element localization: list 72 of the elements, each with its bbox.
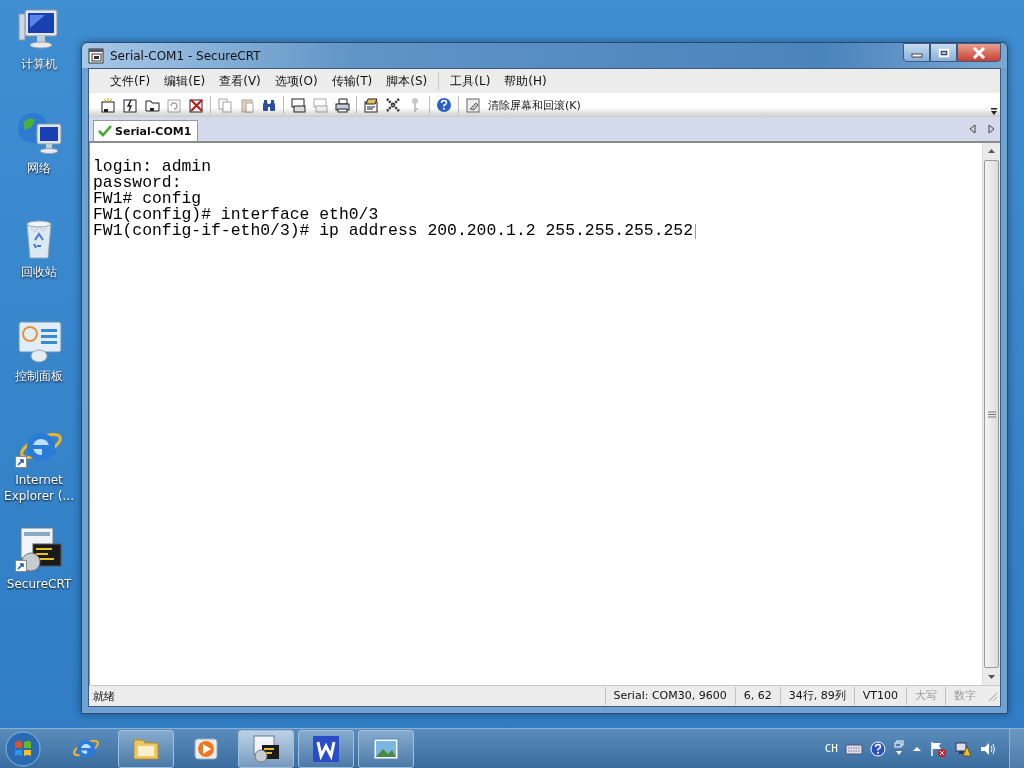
clipboard-icon <box>239 97 255 113</box>
help-icon[interactable] <box>870 740 886 757</box>
control-panel-icon[interactable] <box>15 318 63 364</box>
maximize-icon <box>937 47 950 58</box>
taskbar-button[interactable] <box>298 729 354 768</box>
toolbar-overflow-icon[interactable] <box>990 107 998 117</box>
tools-icon <box>385 97 401 113</box>
flag-icon[interactable] <box>929 739 947 758</box>
menu-item[interactable]: 传输(T) <box>324 72 380 90</box>
checkmark-icon <box>98 125 112 137</box>
status-field: VT100 <box>853 687 906 705</box>
close-button[interactable] <box>957 43 1001 62</box>
desktop-icon-label[interactable]: 回收站 <box>1 264 77 280</box>
w-letter-icon <box>311 733 341 764</box>
shortcut-arrow-icon <box>15 456 27 468</box>
keyboard-icon[interactable] <box>845 741 863 756</box>
screen-printer-icon <box>290 97 306 113</box>
clear-screen-button[interactable]: 清除屏幕和回滚(K) <box>462 94 584 116</box>
cross-page-icon <box>188 97 204 113</box>
app-icon <box>88 47 104 64</box>
desktop-icon-label[interactable]: SecureCRT <box>1 576 77 592</box>
terminal-line: FW1# config <box>93 191 202 207</box>
menu-item[interactable]: 脚本(S) <box>379 72 435 90</box>
refresh-page-icon <box>166 97 182 113</box>
resize-grip-icon[interactable] <box>986 690 998 702</box>
menu-item[interactable]: 编辑(E) <box>157 72 213 90</box>
session-tab[interactable]: Serial-COM1 <box>93 120 199 141</box>
menu-item[interactable]: 文件(F) <box>103 72 158 90</box>
status-message: 就绪 <box>92 688 116 704</box>
screen-printer-icon <box>312 97 328 113</box>
printer-icon <box>334 97 350 113</box>
status-field: 6, 62 <box>734 687 780 705</box>
menu-item[interactable]: 帮助(H) <box>497 72 554 90</box>
folder-page-icon <box>144 97 160 113</box>
terminal-line: FW1(config)# interface eth0/3 <box>93 207 379 223</box>
menu-item[interactable]: 工具(L) <box>443 72 498 90</box>
eraser-page-icon <box>465 97 481 113</box>
minimize-button[interactable] <box>903 43 930 62</box>
lightning-page-icon <box>122 97 138 113</box>
shortcut-arrow-icon <box>15 560 27 572</box>
text-cursor <box>695 223 696 239</box>
copy-icon <box>217 97 233 113</box>
status-field: Serial: COM30, 9600 <box>604 687 735 705</box>
start-button[interactable] <box>4 729 42 768</box>
taskbar-button[interactable] <box>238 729 294 768</box>
window-title: Serial-COM1 - SecureCRT <box>110 48 262 63</box>
grip-icon <box>987 410 996 418</box>
page-folder-icon <box>363 97 379 113</box>
scrollbar-thumb[interactable] <box>984 160 999 668</box>
close-icon <box>972 46 986 59</box>
scroll-left-icon[interactable] <box>969 124 977 134</box>
terminal-line: password: <box>93 175 182 191</box>
desktop-icon-label[interactable]: 控制面板 <box>1 368 77 384</box>
desktop-icon-label[interactable]: 网络 <box>1 160 77 176</box>
binoculars-icon <box>261 97 277 113</box>
session-icon <box>100 97 116 113</box>
globe-monitor-icon[interactable] <box>15 110 63 156</box>
maximize-button[interactable] <box>930 43 957 62</box>
status-field: 数字 <box>945 687 984 705</box>
desktop-icon-label[interactable]: Internet Explorer (... <box>1 472 77 504</box>
network-warning-icon[interactable] <box>954 739 972 758</box>
scroll-right-icon[interactable] <box>987 124 995 134</box>
menu-item[interactable]: 选项(O) <box>267 72 325 90</box>
status-field: 34行, 89列 <box>779 687 854 705</box>
status-field: 大写 <box>906 687 945 705</box>
terminal-line: login: admin <box>93 159 212 175</box>
help-icon <box>436 97 452 113</box>
terminal-line: FW1(config-if-eth0/3)# ip address 200.200.1.2 255.255.255.252 <box>93 223 693 239</box>
menu-item[interactable]: 查看(V) <box>212 72 268 90</box>
terminal-window-icon <box>251 733 281 764</box>
desktop-icon-label[interactable]: 计算机 <box>1 56 77 72</box>
language-indicator[interactable]: CH <box>824 742 838 755</box>
